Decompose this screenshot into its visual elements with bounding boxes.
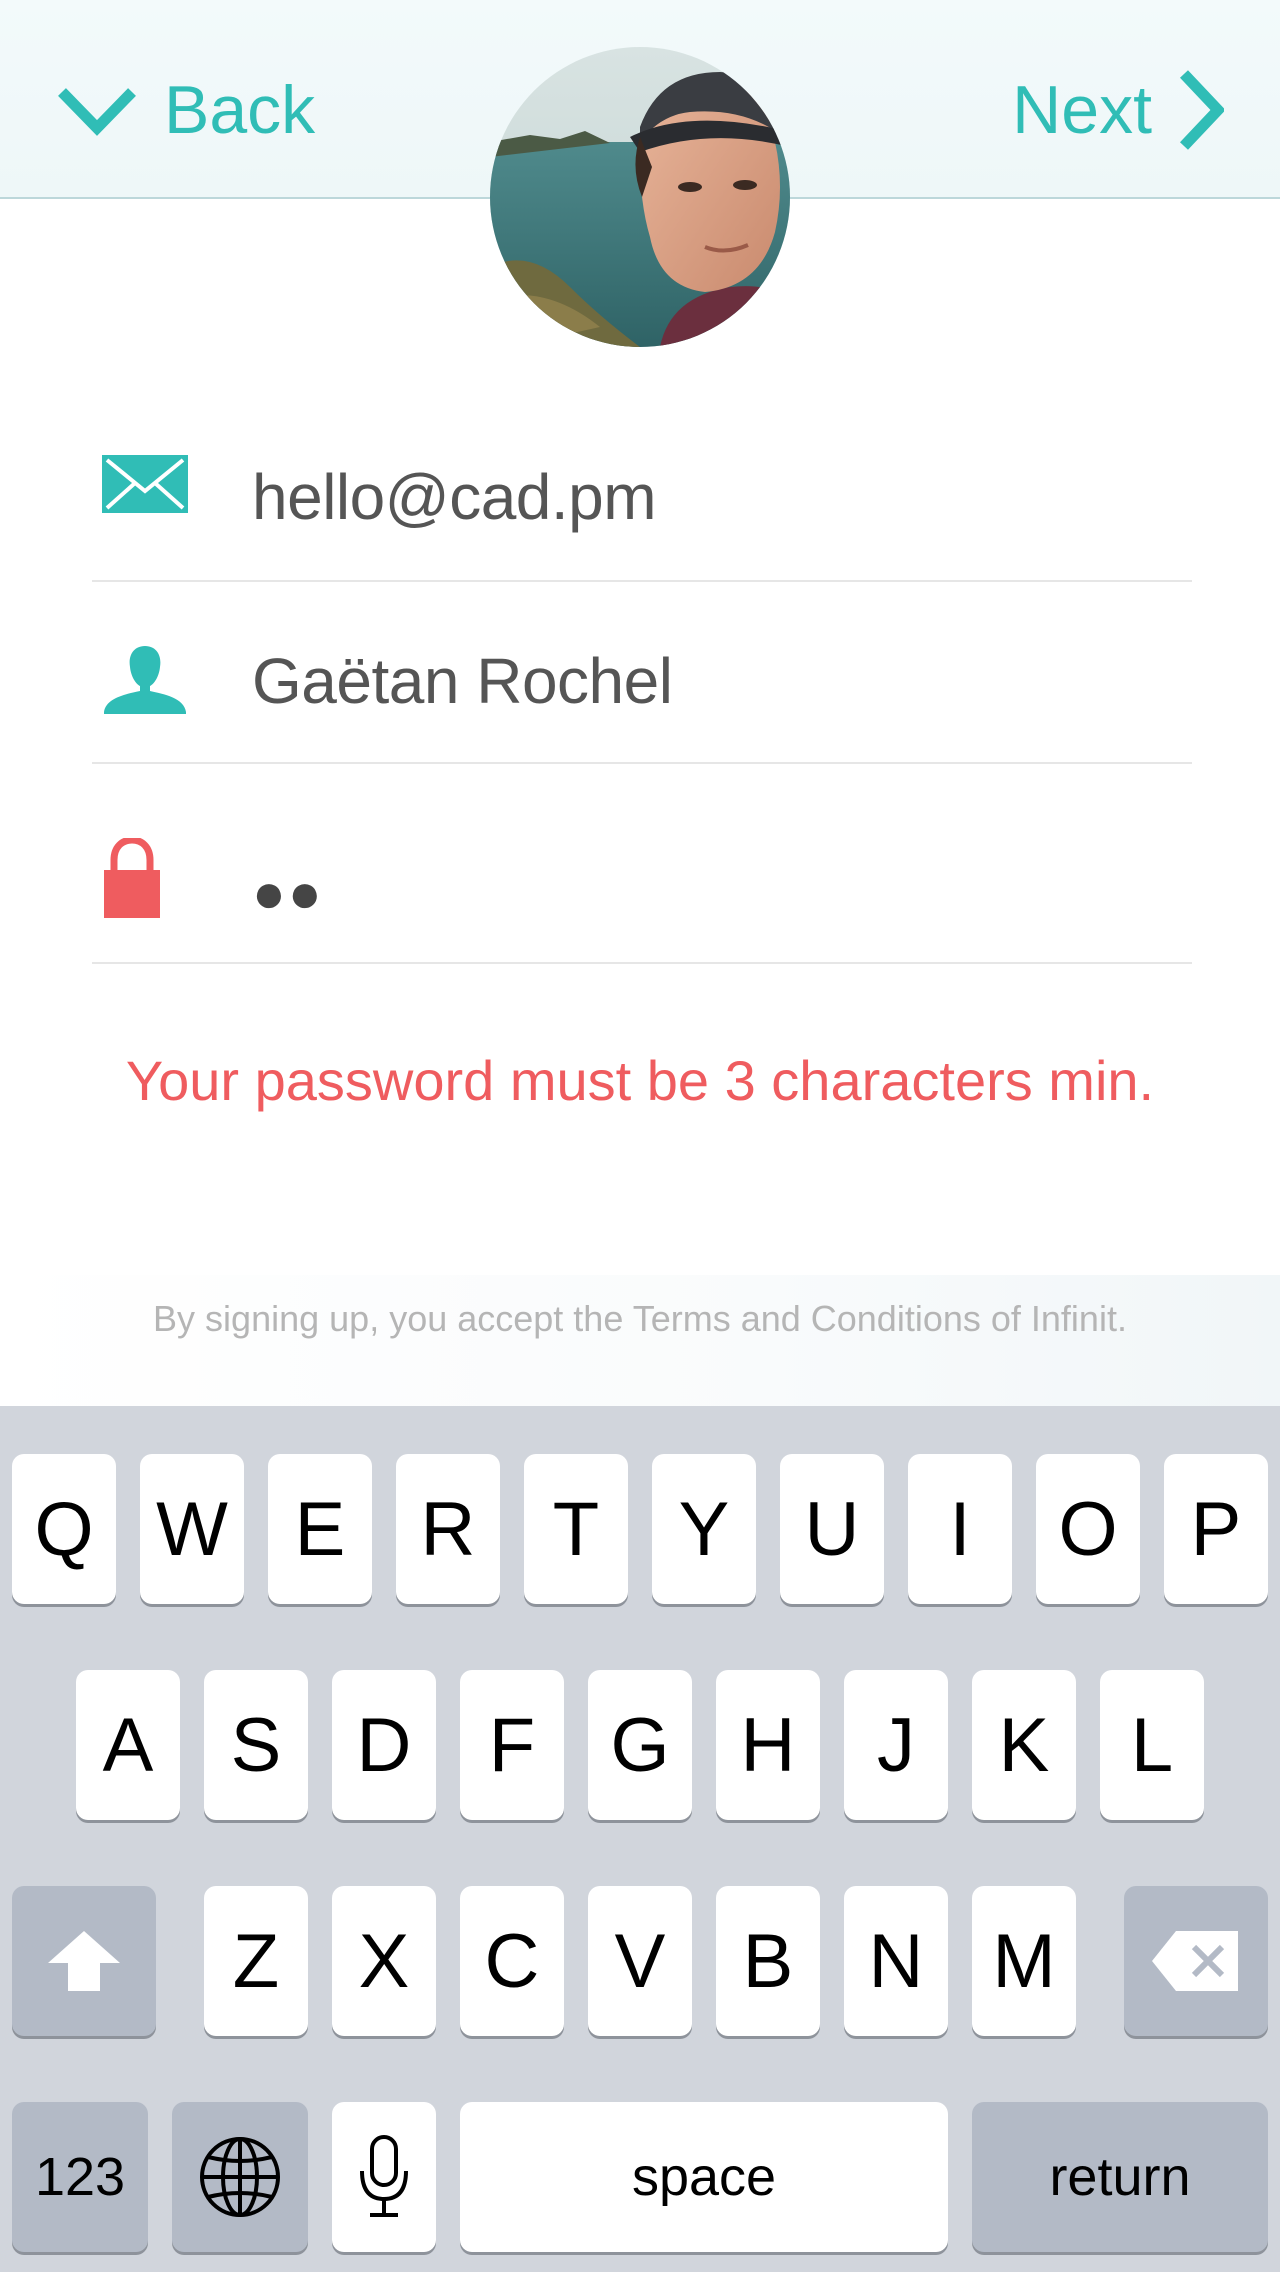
profile-avatar[interactable] — [490, 47, 790, 347]
email-field[interactable]: hello@cad.pm — [92, 420, 1192, 582]
key-v[interactable]: V — [588, 1886, 692, 2036]
key-y[interactable]: Y — [652, 1454, 756, 1604]
chevron-down-icon — [58, 88, 136, 136]
key-p[interactable]: P — [1164, 1454, 1268, 1604]
key-n[interactable]: N — [844, 1886, 948, 2036]
password-value: ●● — [252, 861, 324, 924]
key-l[interactable]: L — [1100, 1670, 1204, 1820]
password-field[interactable]: ●● — [92, 764, 1192, 964]
key-label: M — [992, 1918, 1056, 2004]
key-o[interactable]: O — [1036, 1454, 1140, 1604]
key-label: Z — [232, 1918, 280, 2004]
key-label: U — [804, 1486, 860, 1572]
key-label: T — [552, 1486, 600, 1572]
key-label: P — [1190, 1486, 1242, 1572]
space-key[interactable]: space — [460, 2102, 948, 2252]
key-g[interactable]: G — [588, 1670, 692, 1820]
key-s[interactable]: S — [204, 1670, 308, 1820]
terms-band — [0, 1275, 1280, 1406]
return-label: return — [1049, 2147, 1191, 2207]
key-label: V — [614, 1918, 666, 2004]
next-label: Next — [1012, 72, 1152, 148]
name-value: Gaëtan Rochel — [252, 645, 673, 717]
microphone-key[interactable] — [332, 2102, 436, 2252]
key-r[interactable]: R — [396, 1454, 500, 1604]
numbers-key[interactable]: 123 — [12, 2102, 148, 2252]
email-value: hello@cad.pm — [252, 461, 657, 533]
key-label: W — [156, 1486, 228, 1572]
key-label: F — [488, 1702, 536, 1788]
password-error-message: Your password must be 3 characters min. — [125, 1049, 1155, 1112]
numbers-label: 123 — [34, 2147, 126, 2207]
key-q[interactable]: Q — [12, 1454, 116, 1604]
avatar-photo — [490, 47, 790, 347]
globe-icon — [200, 2137, 280, 2217]
next-button[interactable]: Next — [1012, 60, 1224, 160]
key-label: J — [877, 1702, 915, 1788]
key-label: H — [740, 1702, 796, 1788]
name-field[interactable]: Gaëtan Rochel — [92, 582, 1192, 764]
key-label: C — [484, 1918, 540, 2004]
key-label: G — [610, 1702, 670, 1788]
key-label: Y — [678, 1486, 730, 1572]
key-e[interactable]: E — [268, 1454, 372, 1604]
globe-key[interactable] — [172, 2102, 308, 2252]
key-label: Q — [34, 1486, 94, 1572]
chevron-right-icon — [1180, 70, 1224, 150]
shift-key[interactable] — [12, 1886, 156, 2036]
back-button[interactable]: Back — [56, 60, 315, 160]
key-label: X — [358, 1918, 410, 2004]
key-c[interactable]: C — [460, 1886, 564, 2036]
key-label: E — [294, 1486, 346, 1572]
key-h[interactable]: H — [716, 1670, 820, 1820]
key-f[interactable]: F — [460, 1670, 564, 1820]
key-label: K — [998, 1702, 1050, 1788]
key-label: N — [868, 1918, 924, 2004]
key-m[interactable]: M — [972, 1886, 1076, 2036]
key-b[interactable]: B — [716, 1886, 820, 2036]
back-label: Back — [164, 72, 316, 148]
key-label: I — [949, 1486, 971, 1572]
key-d[interactable]: D — [332, 1670, 436, 1820]
key-label: O — [1058, 1486, 1118, 1572]
space-label: space — [631, 2147, 777, 2207]
key-label: L — [1130, 1702, 1174, 1788]
key-i[interactable]: I — [908, 1454, 1012, 1604]
terms-text[interactable]: By signing up, you accept the Terms and … — [0, 1298, 1280, 1340]
onscreen-keyboard: Q W E R T Y U I O P A S D F G H J K L Z … — [0, 1406, 1280, 2272]
key-u[interactable]: U — [780, 1454, 884, 1604]
key-z[interactable]: Z — [204, 1886, 308, 2036]
key-a[interactable]: A — [76, 1670, 180, 1820]
key-label: D — [356, 1702, 412, 1788]
key-label: B — [742, 1918, 794, 2004]
delete-key[interactable] — [1124, 1886, 1268, 2036]
microphone-icon — [360, 2135, 408, 2217]
key-x[interactable]: X — [332, 1886, 436, 2036]
key-w[interactable]: W — [140, 1454, 244, 1604]
return-key[interactable]: return — [972, 2102, 1268, 2252]
key-t[interactable]: T — [524, 1454, 628, 1604]
user-icon — [102, 646, 188, 714]
backspace-icon — [1152, 1931, 1238, 1991]
shift-arrow-icon — [48, 1931, 120, 1991]
key-j[interactable]: J — [844, 1670, 948, 1820]
key-label: R — [420, 1486, 476, 1572]
key-label: A — [102, 1702, 154, 1788]
lock-icon — [102, 838, 162, 918]
key-k[interactable]: K — [972, 1670, 1076, 1820]
key-label: S — [230, 1702, 282, 1788]
envelope-icon — [102, 455, 188, 513]
